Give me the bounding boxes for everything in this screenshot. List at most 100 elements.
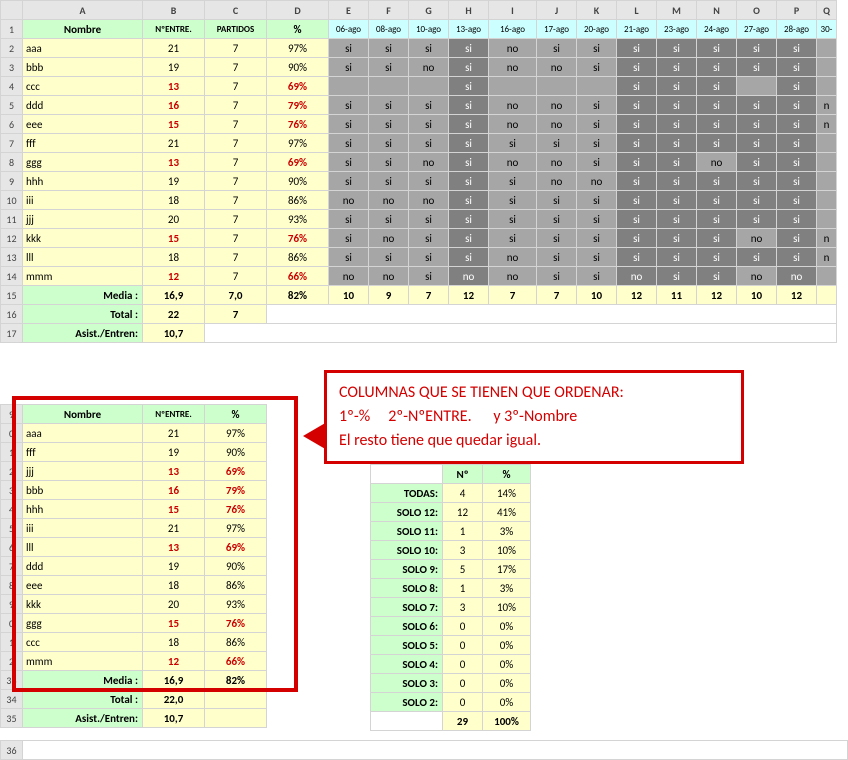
solo-table[interactable]: Nº%TODAS:414%SOLO 12:1241%SOLO 11:13%SOL…: [370, 464, 531, 731]
cell-att[interactable]: si: [577, 267, 617, 286]
cell-att[interactable]: si: [777, 191, 817, 210]
col-header[interactable]: L: [617, 1, 657, 20]
cell-att[interactable]: n: [817, 115, 837, 134]
cell-att[interactable]: si: [617, 248, 657, 267]
cell-nentre[interactable]: 13: [143, 462, 205, 481]
cell-att[interactable]: si: [777, 172, 817, 191]
cell-att[interactable]: si: [777, 96, 817, 115]
row-header[interactable]: 2: [1, 462, 23, 481]
cell-att[interactable]: si: [449, 191, 489, 210]
cell-att[interactable]: n: [817, 229, 837, 248]
cell-att[interactable]: si: [617, 96, 657, 115]
cell-att[interactable]: si: [409, 96, 449, 115]
cell-att[interactable]: si: [697, 134, 737, 153]
cell-partidos[interactable]: 7: [205, 153, 267, 172]
cell-att[interactable]: [577, 77, 617, 96]
cell-att[interactable]: no: [537, 58, 577, 77]
cell-pct[interactable]: 79%: [267, 96, 329, 115]
solo-p[interactable]: 10%: [483, 598, 531, 617]
col-header[interactable]: I: [489, 1, 537, 20]
cell-nombre[interactable]: eee: [23, 115, 143, 134]
cell-nombre[interactable]: ggg: [23, 153, 143, 172]
cell-nentre[interactable]: 15: [143, 115, 205, 134]
row-header[interactable]: 1: [1, 20, 23, 39]
cell-att[interactable]: si: [577, 58, 617, 77]
cell-partidos[interactable]: 7: [205, 58, 267, 77]
cell-pct[interactable]: 97%: [205, 519, 267, 538]
solo-p[interactable]: 0%: [483, 655, 531, 674]
cell-partidos[interactable]: 7: [205, 77, 267, 96]
cell-nombre[interactable]: aaa: [23, 39, 143, 58]
cell-att[interactable]: si: [697, 229, 737, 248]
col-header[interactable]: J: [537, 1, 577, 20]
cell-att[interactable]: si: [409, 267, 449, 286]
cell-att[interactable]: si: [657, 77, 697, 96]
cell-att[interactable]: no: [369, 229, 409, 248]
cell-att[interactable]: si: [697, 267, 737, 286]
cell-att[interactable]: si: [577, 153, 617, 172]
cell-att[interactable]: si: [657, 96, 697, 115]
cell-att[interactable]: si: [737, 58, 777, 77]
cell-att[interactable]: si: [697, 115, 737, 134]
cell-pct[interactable]: 76%: [267, 229, 329, 248]
cell-att[interactable]: si: [449, 229, 489, 248]
cell-att[interactable]: [737, 77, 777, 96]
cell-att[interactable]: si: [577, 210, 617, 229]
cell-nentre[interactable]: 20: [143, 595, 205, 614]
cell-nentre[interactable]: 13: [143, 77, 205, 96]
cell-att[interactable]: no: [489, 267, 537, 286]
cell-att[interactable]: si: [697, 248, 737, 267]
cell-att[interactable]: si: [657, 134, 697, 153]
cell-nombre[interactable]: eee: [23, 576, 143, 595]
row-header[interactable]: 1: [1, 443, 23, 462]
cell-att[interactable]: si: [737, 134, 777, 153]
cell-att[interactable]: si: [697, 96, 737, 115]
row-header[interactable]: 7: [1, 557, 23, 576]
row-header[interactable]: 9: [1, 405, 23, 424]
cell-nentre[interactable]: 18: [143, 191, 205, 210]
cell-att[interactable]: n: [817, 96, 837, 115]
col-header[interactable]: Q: [817, 1, 837, 20]
cell-att[interactable]: si: [657, 248, 697, 267]
row-header[interactable]: 2: [1, 39, 23, 58]
solo-p[interactable]: 0%: [483, 617, 531, 636]
cell-pct[interactable]: 76%: [205, 614, 267, 633]
cell-att[interactable]: [537, 77, 577, 96]
cell-att[interactable]: si: [369, 153, 409, 172]
cell-att[interactable]: si: [409, 115, 449, 134]
cell-att[interactable]: [817, 77, 837, 96]
cell-nentre[interactable]: 19: [143, 557, 205, 576]
solo-p[interactable]: 41%: [483, 503, 531, 522]
cell-att[interactable]: si: [409, 134, 449, 153]
cell-nentre[interactable]: 12: [143, 267, 205, 286]
cell-nombre[interactable]: jjj: [23, 210, 143, 229]
cell-att[interactable]: si: [617, 77, 657, 96]
cell-att[interactable]: si: [617, 39, 657, 58]
cell-att[interactable]: si: [737, 115, 777, 134]
cell-att[interactable]: si: [369, 172, 409, 191]
cell-nentre[interactable]: 21: [143, 134, 205, 153]
cell-att[interactable]: [817, 267, 837, 286]
cell-att[interactable]: si: [657, 191, 697, 210]
cell-att[interactable]: si: [329, 153, 369, 172]
cell-nombre[interactable]: kkk: [23, 229, 143, 248]
cell-att[interactable]: si: [329, 210, 369, 229]
row-header[interactable]: 4: [1, 500, 23, 519]
cell-pct[interactable]: 69%: [267, 153, 329, 172]
cell-nombre[interactable]: iii: [23, 191, 143, 210]
cell-att[interactable]: si: [577, 191, 617, 210]
cell-nombre[interactable]: lll: [23, 248, 143, 267]
cell-att[interactable]: no: [537, 153, 577, 172]
cell-nentre[interactable]: 18: [143, 576, 205, 595]
cell-att[interactable]: [817, 58, 837, 77]
row-header[interactable]: 15: [1, 286, 23, 305]
cell-att[interactable]: si: [329, 115, 369, 134]
cell-nentre[interactable]: 20: [143, 210, 205, 229]
col-header[interactable]: P: [777, 1, 817, 20]
cell-att[interactable]: no: [489, 58, 537, 77]
solo-p[interactable]: 0%: [483, 636, 531, 655]
row-header[interactable]: 9: [1, 172, 23, 191]
cell-pct[interactable]: 86%: [205, 576, 267, 595]
cell-att[interactable]: si: [777, 210, 817, 229]
cell-att[interactable]: si: [537, 134, 577, 153]
